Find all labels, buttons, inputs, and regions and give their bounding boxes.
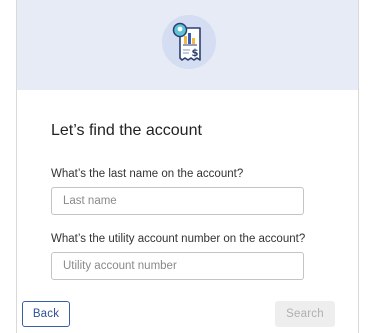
last-name-input[interactable] bbox=[51, 187, 304, 215]
account-number-label: What’s the utility account number on the… bbox=[51, 233, 306, 245]
back-button[interactable]: Back bbox=[22, 301, 70, 327]
page-title: Let’s find the account bbox=[51, 122, 202, 139]
account-number-input[interactable] bbox=[51, 252, 304, 280]
svg-text:$: $ bbox=[192, 48, 199, 59]
header-banner: $ bbox=[17, 0, 358, 90]
last-name-label: What’s the last name on the account? bbox=[51, 168, 244, 180]
dialog-frame: $ bbox=[16, 0, 359, 333]
bill-chart-dollar-icon: $ bbox=[161, 14, 217, 70]
search-button[interactable]: Search bbox=[275, 301, 335, 327]
